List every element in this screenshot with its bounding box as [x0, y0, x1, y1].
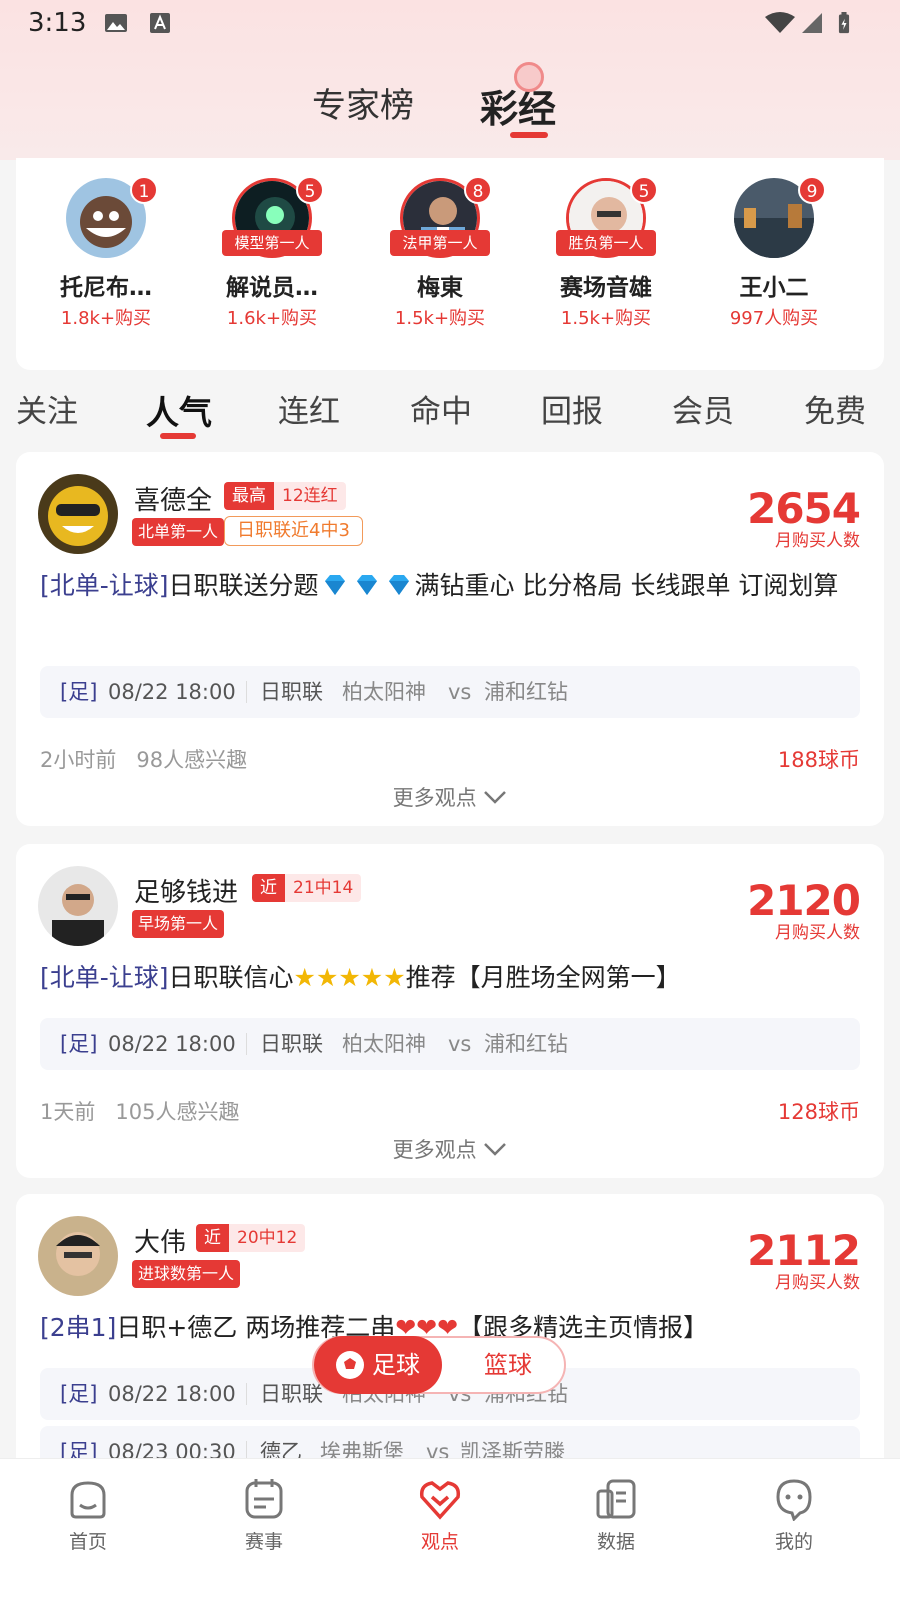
filter-hit[interactable]: 命中: [410, 386, 472, 431]
diamond-icon: [388, 575, 409, 595]
filter-tabs: 关注 人气 连红 命中 回报 会员 免费: [0, 378, 900, 448]
expert-name: 托尼布…: [60, 275, 152, 301]
match-row[interactable]: [足] 08/22 18:00 日职联 柏太阳神 vs 浦和红钻: [40, 666, 860, 718]
monthly-buyers-label: 月购买人数: [775, 923, 860, 943]
avatar: [38, 1216, 118, 1296]
match-row[interactable]: [足] 08/22 18:00 日职联 柏太阳神 vs 浦和红钻: [40, 1018, 860, 1070]
basketball-toggle[interactable]: 篮球: [484, 1338, 532, 1392]
status-time: 3:13: [28, 8, 87, 38]
avatar: [38, 474, 118, 554]
more-views-button[interactable]: 更多观点: [16, 782, 884, 812]
post-card[interactable]: 足够钱进 近 21中14 早场第一人 2120 月购买人数 [北单-让球]日职联信…: [16, 844, 884, 1178]
user-name: 大伟: [134, 1228, 187, 1258]
expert-item[interactable]: 5 胜负第一人 赛场音雄 1.5k+购买: [526, 168, 686, 358]
streak-tag: 近 21中14: [252, 874, 362, 902]
header-active-dot-icon: [514, 62, 544, 92]
tabbar-me[interactable]: 我的: [734, 1477, 854, 1554]
user-rank-tag: 早场第一人: [132, 910, 225, 938]
monthly-buyers-label: 月购买人数: [775, 1273, 860, 1293]
post-price: 128球币: [777, 1100, 860, 1124]
rank-badge: 9: [798, 176, 826, 204]
filter-member[interactable]: 会员: [672, 386, 734, 431]
monthly-buyers-label: 月购买人数: [775, 531, 860, 551]
user-name: 喜德全: [134, 486, 213, 516]
tabbar-views[interactable]: 观点: [380, 1477, 500, 1554]
post-title[interactable]: [北单-让球]日职联送分题 满钻重心 比分格局 长线跟单 订阅划算: [40, 566, 860, 606]
streak-tag: 近 20中12: [196, 1224, 306, 1252]
rank-badge: 5: [296, 176, 324, 204]
expert-rank-tag: 胜负第一人: [556, 230, 656, 256]
expert-rank-tag: 模型第一人: [222, 230, 322, 256]
tab-expert-list[interactable]: 专家榜: [312, 78, 414, 127]
tabbar-data[interactable]: 数据: [556, 1477, 676, 1554]
filter-indicator: [160, 433, 196, 439]
expert-name: 赛场音雄: [560, 275, 652, 301]
tabbar-matches[interactable]: 赛事: [204, 1477, 324, 1554]
rank-badge: 1: [130, 176, 158, 204]
rank-badge: 5: [630, 176, 658, 204]
expert-carousel: 1 托尼布… 1.8k+购买 5 模型第一人 解说员… 1.6k+购买 8 法甲…: [16, 158, 884, 370]
filter-follow[interactable]: 关注: [16, 386, 78, 431]
font-icon: [150, 13, 170, 33]
filter-popular[interactable]: 人气: [146, 386, 212, 434]
header-tab-indicator: [510, 132, 548, 138]
diamond-icon: [356, 575, 377, 595]
battery-icon: [838, 12, 850, 34]
rank-badge: 8: [464, 176, 492, 204]
expert-buy-count: 1.8k+购买: [60, 308, 152, 329]
streak-tag: 最高 12连红: [224, 482, 346, 510]
status-bar: 3:13: [0, 0, 900, 48]
expert-buy-count: 1.5k+购买: [560, 308, 652, 329]
expert-name: 解说员…: [226, 275, 318, 301]
signal-icon: [802, 13, 822, 33]
filter-free[interactable]: 免费: [804, 386, 866, 431]
expert-item[interactable]: 5 模型第一人 解说员… 1.6k+购买: [192, 168, 352, 358]
expert-item[interactable]: 8 法甲第一人 梅東 1.5k+购买: [360, 168, 520, 358]
header-tabs: 专家榜 彩经: [0, 78, 900, 148]
football-toggle[interactable]: 足球: [314, 1336, 442, 1394]
post-card[interactable]: 喜德全 最高 12连红 北单第一人 日职联近4中3 2654 月购买人数 [北单-…: [16, 452, 884, 826]
expert-buy-count: 997人购买: [729, 308, 819, 329]
avatar: [38, 866, 118, 946]
hit-rate-tag: 日职联近4中3: [224, 516, 363, 546]
gallery-icon: [105, 14, 127, 32]
expert-item[interactable]: 9 王小二 997人购买: [694, 168, 854, 358]
calendar-icon: [245, 1479, 283, 1519]
heart-bubble-icon: [419, 1481, 461, 1520]
expert-buy-count: 1.5k+购买: [394, 308, 486, 329]
diamond-icon: [324, 575, 345, 595]
expert-name: 梅東: [417, 275, 463, 301]
user-rank-tag: 北单第一人: [132, 518, 225, 546]
user-face-icon: [776, 1479, 812, 1521]
user-name: 足够钱进: [134, 878, 239, 908]
expert-item[interactable]: 1 托尼布… 1.8k+购买: [26, 168, 186, 358]
more-views-button[interactable]: 更多观点: [16, 1134, 884, 1164]
soccer-ball-icon: [336, 1351, 364, 1379]
sport-switch: 足球 篮球: [312, 1336, 566, 1394]
tabbar-home[interactable]: 首页: [28, 1477, 148, 1554]
post-title[interactable]: [北单-让球]日职联信心★★★★★推荐【月胜场全网第一】: [40, 958, 860, 998]
chevron-down-icon: [484, 1143, 507, 1156]
post-meta: 2小时前 98人感兴趣: [40, 748, 248, 772]
document-icon: [596, 1479, 636, 1519]
home-icon: [70, 1481, 106, 1519]
filter-streak[interactable]: 连红: [278, 386, 340, 431]
expert-name: 王小二: [739, 275, 809, 301]
post-price: 188球币: [777, 748, 860, 772]
expert-rank-tag: 法甲第一人: [390, 230, 490, 256]
wifi-icon: [765, 12, 795, 33]
post-meta: 1天前 105人感兴趣: [40, 1100, 240, 1124]
expert-buy-count: 1.6k+购买: [226, 308, 318, 329]
chevron-down-icon: [484, 791, 507, 804]
user-rank-tag: 进球数第一人: [132, 1260, 241, 1288]
bottom-tab-bar: 首页 赛事 观点 数据 我的: [0, 1458, 900, 1600]
filter-return[interactable]: 回报: [541, 386, 603, 431]
